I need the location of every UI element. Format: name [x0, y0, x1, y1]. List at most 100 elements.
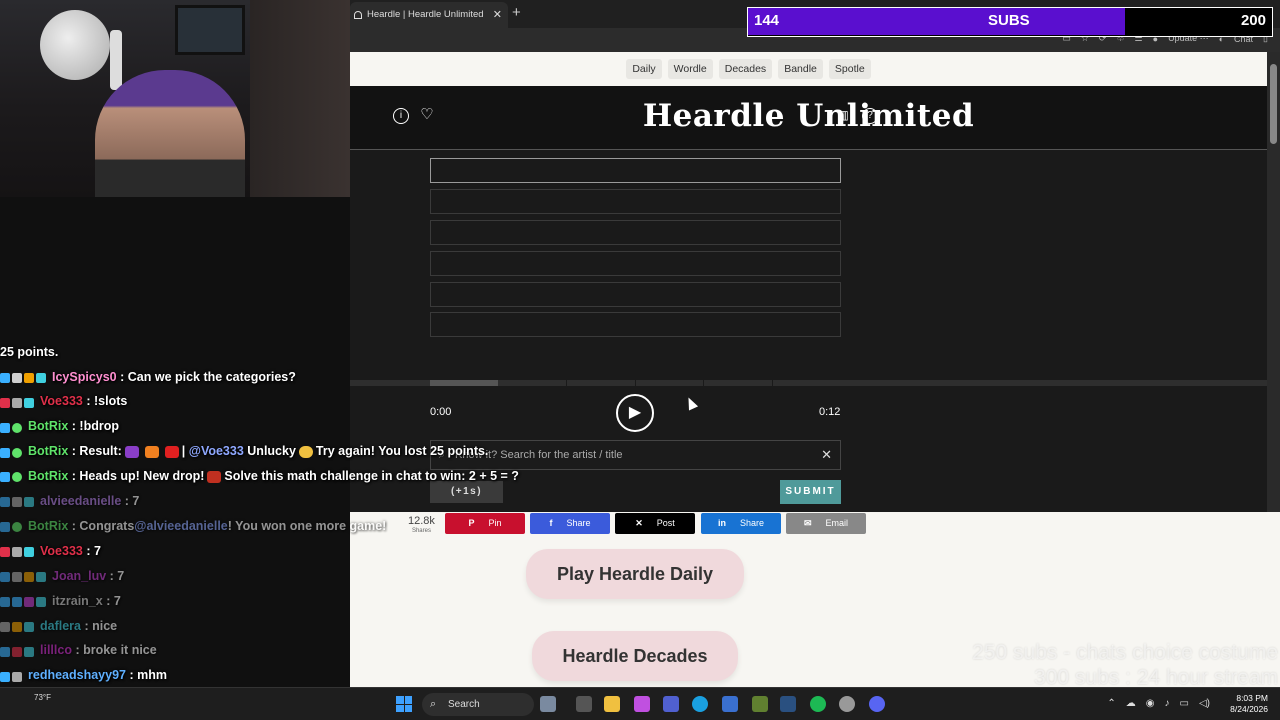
chat-badges	[0, 390, 36, 415]
nav-decades[interactable]: Decades	[718, 59, 773, 79]
chat-message: BotRix : Result: | @Voe333 Unlucky Try aga…	[0, 439, 520, 464]
page-scrollbar[interactable]	[1267, 52, 1280, 512]
copilot-app-icon[interactable]	[540, 696, 556, 712]
tray-app-icon[interactable]: ☁	[1126, 698, 1136, 709]
share-email-button[interactable]: ✉ Email	[786, 513, 866, 534]
tab-title: Heardle | Heardle Unlimited	[367, 9, 484, 20]
clock-time: 8:03 PM	[1236, 693, 1268, 703]
play-heardle-daily-link[interactable]: Play Heardle Daily	[526, 549, 744, 599]
chat-message: itzrain_x : 7	[0, 589, 520, 614]
spotify-icon[interactable]	[810, 696, 826, 712]
obs-icon[interactable]	[839, 696, 855, 712]
sub-goal-bar: 144 SUBS 200	[747, 7, 1273, 37]
network-icon[interactable]: ▭	[1180, 698, 1189, 709]
webcam-background-monitor	[175, 5, 245, 55]
share-x-button[interactable]: ✕ Post	[615, 513, 695, 534]
chat-message: redheadshayy97 : mhm	[0, 663, 520, 688]
chat-badges	[0, 564, 48, 589]
taskbar-search[interactable]: ⌕ Search	[422, 693, 534, 716]
app-icon[interactable]	[752, 696, 768, 712]
guess-slot-2	[430, 189, 841, 214]
submit-button[interactable]: SUBMIT	[780, 480, 841, 504]
segment-divider	[635, 380, 636, 386]
nav-wordle[interactable]: Wordle	[667, 59, 713, 79]
taskbar-search-label: Search	[448, 699, 480, 710]
segment-divider	[772, 380, 773, 386]
teams-icon[interactable]	[663, 696, 679, 712]
weather-widget[interactable]: 73°F	[34, 693, 51, 702]
linkedin-icon: in	[717, 518, 726, 528]
file-explorer-icon[interactable]	[604, 696, 620, 712]
share-linkedin-button[interactable]: in Share	[701, 513, 781, 534]
chat-badges	[0, 664, 24, 689]
chat-username: BotRix	[28, 419, 69, 434]
taskbar-clock[interactable]: 8:03 PM 8/24/2026	[1230, 693, 1268, 715]
task-view-icon[interactable]	[576, 696, 592, 712]
chat-username: BotRix	[28, 469, 69, 484]
chat-badges	[0, 539, 36, 564]
chat-message: Voe333 : 7	[0, 539, 520, 564]
sub-goal-current: 144	[754, 12, 780, 29]
chat-message: BotRix : Heads up! New drop! Solve this m…	[0, 464, 520, 489]
store-icon[interactable]	[722, 696, 738, 712]
chat-username: itzrain_x	[52, 593, 103, 608]
new-tab-button[interactable]: +	[512, 4, 521, 21]
play-button[interactable]: ▶	[616, 394, 654, 432]
orange-emote-icon	[144, 446, 159, 459]
x-icon: ✕	[635, 518, 643, 528]
chat-username: daflera	[40, 618, 81, 633]
chat-badges	[0, 589, 48, 614]
microphone-icon[interactable]: ♪	[1165, 698, 1170, 709]
chat-message: Voe333 : !slots	[0, 389, 520, 414]
system-tray: ⌃ ☁ ◉ ♪ ▭ ◁)	[1107, 698, 1210, 709]
stats-icon[interactable]: ▥	[835, 108, 851, 124]
chat-badges	[0, 415, 24, 440]
webcam-streamer	[95, 70, 245, 197]
start-button[interactable]	[396, 696, 412, 712]
clear-search-icon[interactable]: ✕	[821, 441, 832, 469]
chat-username: IcySpicys0	[52, 369, 117, 384]
help-icon[interactable]: ?	[862, 108, 878, 124]
tray-app-icon[interactable]: ◉	[1146, 698, 1155, 709]
chat-username: lilllco	[40, 643, 72, 658]
tray-chevron-icon[interactable]: ⌃	[1107, 698, 1115, 709]
chat-message: Joan_luv : 7	[0, 564, 520, 589]
share-facebook-button[interactable]: f Share	[530, 513, 610, 534]
chat-username: Voe333	[40, 394, 83, 409]
webcam-feed	[0, 0, 350, 197]
webcam-mic-arm	[110, 30, 122, 90]
volume-icon[interactable]: ◁)	[1199, 698, 1210, 709]
chat-badges	[0, 489, 36, 514]
discord-icon[interactable]	[869, 696, 885, 712]
chat-message: BotRix : !bdrop	[0, 414, 520, 439]
tab-close-icon[interactable]: ✕	[493, 2, 502, 28]
chat-message: alvieedanielle : 7	[0, 489, 520, 514]
chat-badges	[0, 514, 24, 539]
heardle-favicon-icon	[354, 11, 362, 19]
scrollbar-thumb[interactable]	[1270, 64, 1277, 144]
guess-slot-6	[430, 312, 841, 337]
app-icon[interactable]	[634, 696, 650, 712]
heardle-decades-link[interactable]: Heardle Decades	[532, 631, 738, 681]
page-title: Heardle Unlimited	[642, 98, 975, 134]
guess-slot-1	[430, 158, 841, 183]
steam-icon[interactable]	[780, 696, 796, 712]
stream-goal-text-1: 250 subs - chats choice costume	[972, 641, 1278, 664]
chat-message: lilllco : broke it nice	[0, 638, 520, 663]
webcam-microphone	[40, 10, 110, 80]
edge-icon[interactable]	[692, 696, 708, 712]
clock-date: 8/24/2026	[1230, 704, 1268, 714]
site-nav: Daily Wordle Decades Bandle Spotle	[350, 52, 1267, 86]
search-icon: ⌕	[430, 698, 437, 710]
chat-badges	[0, 467, 24, 487]
nav-bandle[interactable]: Bandle	[778, 59, 823, 79]
chat-username: BotRix	[28, 444, 69, 459]
chat-username: Voe333	[40, 543, 83, 558]
tab-heardle[interactable]: Heardle | Heardle Unlimited ✕	[350, 2, 508, 28]
windows-taskbar: 73°F ⌕ Search ⌃ ☁ ◉ ♪ ▭ ◁) 8:03 PM 8/24/…	[0, 687, 1280, 720]
chat-username: Joan_luv	[52, 568, 107, 583]
segment-divider	[703, 380, 704, 386]
nav-spotle[interactable]: Spotle	[828, 59, 871, 79]
nav-daily[interactable]: Daily	[626, 59, 662, 79]
play-icon: ▶	[628, 404, 642, 421]
